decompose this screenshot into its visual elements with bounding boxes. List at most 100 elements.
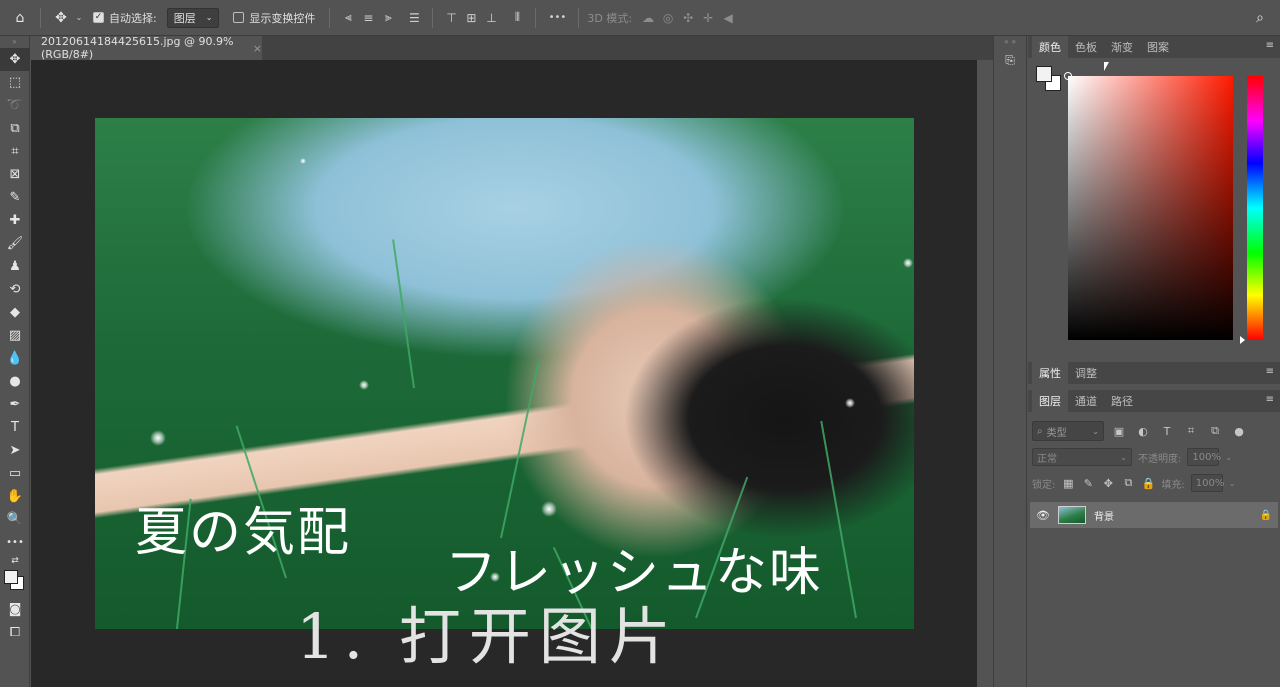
marquee-tool-icon[interactable]: ⬚ — [0, 71, 30, 94]
lock-all-icon[interactable]: 🔒 — [1141, 474, 1156, 492]
dodge-tool-icon[interactable]: ● — [0, 370, 30, 393]
panel-menu-icon[interactable]: ≡ — [1266, 367, 1274, 377]
align-right-icon[interactable]: ⫸ — [378, 8, 398, 28]
tab-properties[interactable]: 属性 — [1032, 362, 1068, 384]
align-left-icon[interactable]: ⫷ — [338, 8, 358, 28]
quick-mask-icon[interactable]: ◙ — [0, 598, 30, 621]
visibility-eye-icon[interactable]: 👁 — [1036, 509, 1050, 522]
object-select-tool-icon[interactable]: ⧉ — [0, 117, 30, 140]
checkbox-unchecked-icon[interactable] — [233, 12, 245, 23]
saturation-brightness-field[interactable] — [1064, 72, 1233, 340]
filter-toggle-icon[interactable]: ● — [1230, 422, 1248, 440]
scale-3d-icon[interactable]: ◀ — [718, 8, 738, 28]
tab-paths[interactable]: 路径 — [1104, 390, 1140, 412]
light-sparkle — [541, 501, 557, 517]
move-tool-icon[interactable]: ✥ — [0, 48, 30, 71]
lock-transparent-icon[interactable]: ▦ — [1061, 474, 1075, 492]
align-center-h-icon[interactable]: ≡ — [358, 8, 378, 28]
healing-brush-tool-icon[interactable]: ✚ — [0, 209, 30, 232]
color-swatches-icon[interactable] — [0, 568, 30, 598]
checkbox-checked-icon[interactable]: ✓ — [93, 12, 104, 23]
gradient-tool-icon[interactable]: ▨ — [0, 324, 30, 347]
tab-gradients[interactable]: 渐变 — [1104, 36, 1140, 58]
filter-adjustment-icon[interactable]: ◐ — [1134, 422, 1152, 440]
lock-icon[interactable]: 🔒 — [1260, 510, 1272, 521]
pen-tool-icon[interactable]: ✒ — [0, 393, 30, 416]
blend-mode-dropdown[interactable]: 正常 ⌄ — [1032, 448, 1132, 466]
layer-row[interactable]: 👁 背景 🔒 — [1030, 502, 1278, 528]
filter-smart-object-icon[interactable]: ⧉ — [1206, 422, 1224, 440]
filter-pixel-icon[interactable]: ▣ — [1110, 422, 1128, 440]
frame-tool-icon[interactable]: ⊠ — [0, 163, 30, 186]
search-icon[interactable]: ⌕ — [1248, 6, 1272, 30]
tab-channels[interactable]: 通道 — [1068, 390, 1104, 412]
panel-menu-icon[interactable]: ≡ — [1266, 41, 1274, 51]
type-tool-icon[interactable]: T — [0, 416, 30, 439]
screen-mode-icon[interactable]: ⧠ — [0, 621, 30, 644]
document-tab-bar: 20120614184425615.jpg @ 90.9%(RGB/8#) × — [31, 35, 993, 61]
light-sparkle — [150, 430, 166, 446]
crop-tool-icon[interactable]: ⌗ — [0, 140, 30, 163]
panel-grip-icon[interactable]: « » — [994, 36, 1026, 48]
lock-position-icon[interactable]: ✥ — [1101, 474, 1115, 492]
hue-slider[interactable] — [1240, 76, 1263, 344]
align-bottom-icon[interactable]: ⊥ — [481, 8, 501, 28]
path-select-tool-icon[interactable]: ➤ — [0, 439, 30, 462]
document-tab[interactable]: 20120614184425615.jpg @ 90.9%(RGB/8#) × — [31, 35, 262, 61]
chevron-down-icon: ⌄ — [205, 13, 213, 22]
panel-grip-icon[interactable]: » — [0, 36, 29, 48]
move-tool-icon[interactable]: ✥ — [49, 6, 73, 30]
fg-bg-swatches[interactable] — [1036, 66, 1062, 92]
grass-blade — [392, 239, 415, 389]
home-icon[interactable]: ⌂ — [8, 6, 32, 30]
swap-colors-icon[interactable]: ⇄ — [0, 554, 30, 568]
align-top-icon[interactable]: ⊤ — [441, 8, 461, 28]
history-panel-icon[interactable]: ⎘ — [994, 48, 1026, 72]
color-picker-handle[interactable] — [1064, 72, 1072, 80]
eyedropper-tool-icon[interactable]: ✎ — [0, 186, 30, 209]
hue-slider-handle[interactable] — [1240, 336, 1245, 344]
align-middle-v-icon[interactable]: ⊞ — [461, 8, 481, 28]
tab-adjustments[interactable]: 调整 — [1068, 362, 1104, 384]
distribute-h-icon[interactable]: ☰ — [404, 8, 424, 28]
fill-field[interactable]: 100% — [1190, 474, 1224, 492]
mouse-cursor — [1104, 62, 1109, 71]
auto-select-dropdown[interactable]: 图层 ⌄ — [166, 7, 220, 28]
eraser-tool-icon[interactable]: ◆ — [0, 301, 30, 324]
chevron-down-icon[interactable]: ⌄ — [73, 8, 85, 28]
chevron-down-icon[interactable]: ⌄ — [1225, 453, 1232, 462]
auto-select-checkbox[interactable]: ✓ 自动选择: — [93, 10, 157, 26]
layer-filter-dropdown[interactable]: ⌕ 类型 ⌄ — [1032, 421, 1104, 441]
slide-3d-icon[interactable]: ✛ — [698, 8, 718, 28]
foreground-color-swatch[interactable] — [4, 570, 18, 584]
more-options-icon[interactable]: ••• — [544, 8, 570, 28]
tab-color[interactable]: 颜色 — [1032, 36, 1068, 58]
filter-type-icon[interactable]: T — [1158, 422, 1176, 440]
show-transform-checkbox[interactable]: 显示变换控件 — [233, 10, 315, 26]
distribute-v-icon[interactable]: ⦀ — [507, 8, 527, 28]
history-brush-tool-icon[interactable]: ⟲ — [0, 278, 30, 301]
foreground-color-swatch[interactable] — [1036, 66, 1052, 82]
document-image[interactable]: 夏の気配 フレッシュな味 — [95, 118, 914, 629]
close-icon[interactable]: × — [253, 42, 262, 55]
zoom-tool-icon[interactable]: 🔍 — [0, 508, 30, 531]
tab-patterns[interactable]: 图案 — [1140, 36, 1176, 58]
opacity-field[interactable]: 100% — [1187, 448, 1221, 466]
drag-3d-icon[interactable]: ✣ — [678, 8, 698, 28]
orbit-3d-icon[interactable]: ☁ — [638, 8, 658, 28]
brush-tool-icon[interactable]: 🖌 — [0, 232, 30, 255]
filter-shape-icon[interactable]: ⌗ — [1182, 422, 1200, 440]
edit-toolbar-icon[interactable]: ••• — [0, 531, 30, 554]
hand-tool-icon[interactable]: ✋ — [0, 485, 30, 508]
lock-image-icon[interactable]: ✎ — [1081, 474, 1095, 492]
lock-artboard-icon[interactable]: ⧉ — [1121, 474, 1135, 492]
tab-swatches[interactable]: 色板 — [1068, 36, 1104, 58]
roll-3d-icon[interactable]: ◎ — [658, 8, 678, 28]
rectangle-tool-icon[interactable]: ▭ — [0, 462, 30, 485]
chevron-down-icon[interactable]: ⌄ — [1229, 479, 1236, 488]
tab-layers[interactable]: 图层 — [1032, 390, 1068, 412]
panel-menu-icon[interactable]: ≡ — [1266, 395, 1274, 405]
blur-tool-icon[interactable]: 💧 — [0, 347, 30, 370]
lasso-tool-icon[interactable]: ➰ — [0, 94, 30, 117]
stamp-tool-icon[interactable]: ♟ — [0, 255, 30, 278]
